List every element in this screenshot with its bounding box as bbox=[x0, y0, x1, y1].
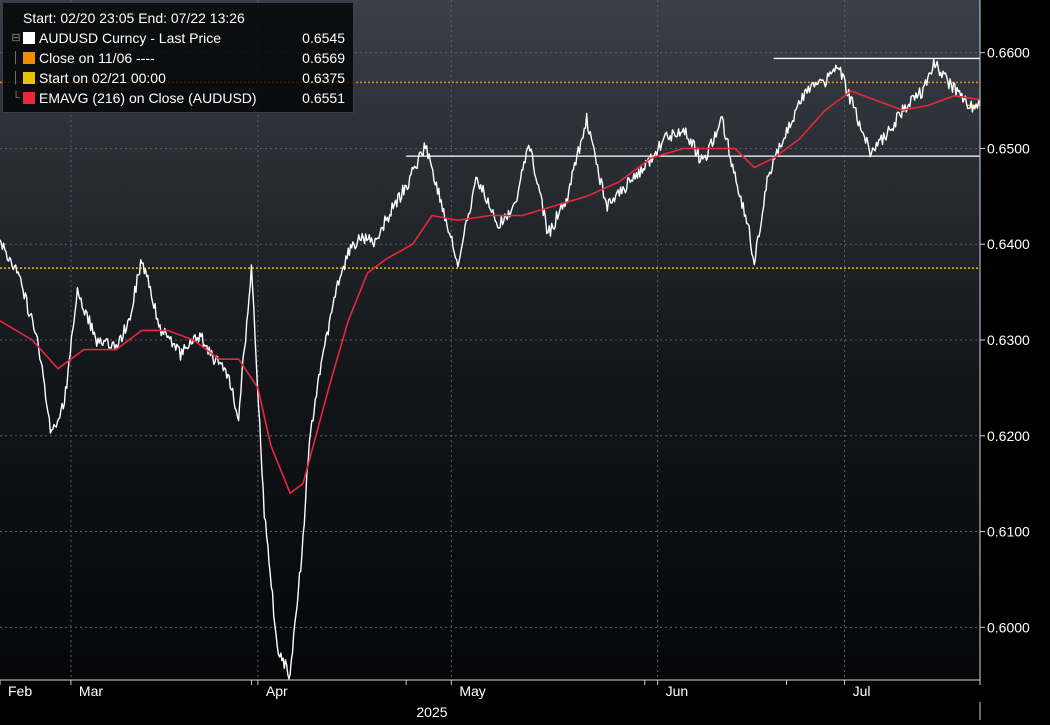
legend-swatch bbox=[23, 52, 35, 64]
legend-item-close-ref: │ Close on 11/06 ---- 0.6569 bbox=[11, 48, 345, 68]
legend-label: AUDUSD Curncy - Last Price bbox=[39, 30, 222, 46]
y-tick-label: 0.6000 bbox=[987, 619, 1030, 635]
tree-branch-end-icon: └ bbox=[12, 92, 20, 104]
x-tick-label: Mar bbox=[79, 683, 103, 699]
chart-legend: Start: 02/20 23:05 End: 07/22 13:26 ⊟ AU… bbox=[2, 2, 354, 113]
legend-item-start-ref: │ Start on 02/21 00:00 0.6375 bbox=[11, 68, 345, 88]
legend-value: 0.6569 bbox=[302, 50, 345, 66]
tree-collapse-icon[interactable]: ⊟ bbox=[11, 28, 21, 48]
x-year-label: 2025 bbox=[416, 704, 447, 720]
y-tick-label: 0.6300 bbox=[987, 332, 1030, 348]
x-tick-label: May bbox=[459, 683, 485, 699]
legend-swatch bbox=[23, 32, 35, 44]
y-tick-label: 0.6400 bbox=[987, 236, 1030, 252]
y-tick-label: 0.6100 bbox=[987, 524, 1030, 540]
legend-item-ema: └ EMAVG (216) on Close (AUDUSD) 0.6551 bbox=[11, 88, 345, 108]
x-tick-label: Feb bbox=[8, 683, 32, 699]
legend-swatch bbox=[23, 92, 35, 104]
legend-item-last-price: ⊟ AUDUSD Curncy - Last Price 0.6545 bbox=[11, 28, 345, 48]
legend-value: 0.6375 bbox=[302, 70, 345, 86]
y-tick-label: 0.6500 bbox=[987, 140, 1030, 156]
x-tick-label: Apr bbox=[266, 683, 288, 699]
legend-swatch bbox=[23, 72, 35, 84]
date-range-label: Start: 02/20 23:05 End: 07/22 13:26 bbox=[23, 10, 245, 26]
legend-value: 0.6545 bbox=[302, 30, 345, 46]
legend-label: EMAVG (216) on Close (AUDUSD) bbox=[39, 90, 257, 106]
legend-value: 0.6551 bbox=[302, 90, 345, 106]
legend-label: Close on 11/06 ---- bbox=[39, 50, 155, 66]
y-tick-label: 0.6600 bbox=[987, 45, 1030, 61]
y-tick-label: 0.6200 bbox=[987, 428, 1030, 444]
tree-branch-icon: │ bbox=[12, 52, 20, 64]
tree-branch-icon: │ bbox=[12, 72, 20, 84]
x-tick-label: Jun bbox=[666, 683, 689, 699]
x-tick-label: Jul bbox=[853, 683, 871, 699]
legend-label: Start on 02/21 00:00 bbox=[39, 70, 166, 86]
